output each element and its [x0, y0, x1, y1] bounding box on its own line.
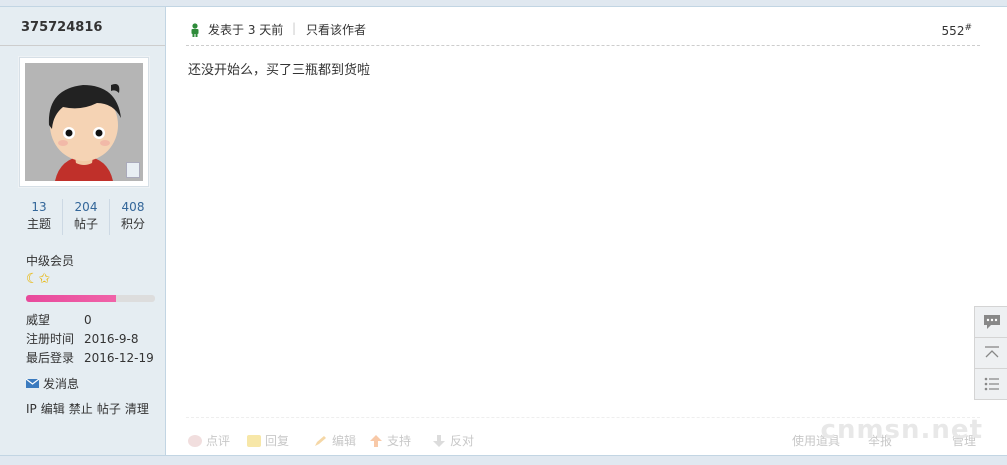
stat-posts-label: 帖子: [73, 217, 98, 231]
support-button[interactable]: 支持: [369, 432, 411, 449]
stat-threads[interactable]: 13 主题: [16, 199, 63, 235]
floating-toolbar: [974, 306, 1007, 402]
reply-button[interactable]: 回复: [247, 432, 289, 449]
rank-progress-fill: [26, 295, 117, 302]
admin-clean-link[interactable]: 清理: [125, 402, 149, 416]
admin-edit-link[interactable]: 编辑: [41, 402, 65, 416]
device-badge-icon: [126, 162, 140, 178]
author-name-link[interactable]: 375724816: [21, 20, 102, 35]
admin-links: IP 编辑 禁止 帖子 清理: [26, 400, 153, 417]
info-last-login: 最后登录 2016-12-19: [26, 349, 154, 366]
admin-posts-link[interactable]: 帖子: [97, 402, 121, 416]
back-to-top-button[interactable]: [974, 337, 1007, 368]
stat-threads-count: 13: [31, 200, 47, 214]
comment-icon: [188, 434, 202, 447]
stat-points-count: 408: [121, 200, 145, 214]
floor-number-link[interactable]: 552#: [942, 23, 972, 38]
oppose-label: 反对: [450, 434, 475, 448]
view-author-only-link[interactable]: 只看该作者: [306, 21, 366, 38]
send-message-label: 发消息: [43, 377, 80, 391]
edit-button[interactable]: 编辑: [314, 432, 356, 449]
stat-posts-count: 204: [74, 200, 98, 214]
rate-label: 点评: [206, 434, 231, 448]
reply-label: 回复: [265, 434, 290, 448]
avatar-image: [25, 63, 143, 181]
thumb-up-arrow-icon: [369, 434, 383, 447]
rank-progress-bar: [26, 295, 155, 302]
prestige-label: 威望: [26, 313, 51, 327]
author-header: 375724816: [0, 7, 165, 46]
send-message-link[interactable]: 发消息: [26, 375, 79, 392]
list-icon: [984, 377, 999, 391]
registered-value: 2016-9-8: [84, 332, 139, 346]
post-header: 发表于 3 天前 | 只看该作者 552#: [186, 20, 980, 46]
stat-points[interactable]: 408 积分: [110, 199, 156, 235]
reply-icon: [247, 434, 261, 447]
top-divider: [0, 0, 1007, 7]
stat-points-label: 积分: [120, 217, 145, 231]
back-to-list-button[interactable]: [974, 368, 1007, 400]
quick-reply-button[interactable]: [974, 306, 1007, 337]
info-registered: 注册时间 2016-9-8: [26, 330, 138, 347]
stat-posts[interactable]: 204 帖子: [63, 199, 110, 235]
site-watermark: cnmsn.net: [820, 415, 983, 445]
post-main: 发表于 3 天前 | 只看该作者 552# 还没开始么，买了三瓶都到货啦 点评 …: [186, 7, 981, 455]
envelope-icon: [26, 379, 39, 388]
arrow-up-icon: [984, 346, 999, 358]
support-label: 支持: [387, 434, 412, 448]
rank-title[interactable]: 中级会员: [26, 252, 74, 269]
last-login-value: 2016-12-19: [84, 351, 154, 365]
author-stats: 13 主题 204 帖子 408 积分: [16, 199, 156, 235]
registered-label: 注册时间: [26, 332, 75, 346]
floor-mark: #: [964, 23, 972, 33]
post-time: 发表于 3 天前: [208, 23, 284, 37]
chat-bubble-icon: [983, 315, 1000, 329]
stat-threads-label: 主题: [26, 217, 51, 231]
rate-button[interactable]: 点评: [188, 432, 230, 449]
online-user-icon: [191, 23, 199, 37]
thumb-down-arrow-icon: [432, 434, 446, 447]
header-separator: |: [292, 21, 297, 35]
post-content: 还没开始么，买了三瓶都到货啦: [188, 63, 371, 78]
admin-ip-link[interactable]: IP: [26, 402, 37, 416]
avatar[interactable]: [19, 57, 149, 187]
pencil-icon: [314, 435, 328, 447]
rank-stars-icon: ☾✩: [26, 271, 51, 287]
oppose-button[interactable]: 反对: [432, 432, 474, 449]
author-sidebar: 375724816 13 主题 204 帖子 408 积分 中级会员 ☾✩ 威望…: [0, 7, 166, 455]
floor-number: 552: [941, 24, 965, 38]
edit-label: 编辑: [332, 434, 357, 448]
admin-ban-link[interactable]: 禁止: [69, 402, 93, 416]
last-login-label: 最后登录: [26, 351, 75, 365]
prestige-value: 0: [84, 313, 92, 327]
info-prestige: 威望 0: [26, 311, 92, 328]
